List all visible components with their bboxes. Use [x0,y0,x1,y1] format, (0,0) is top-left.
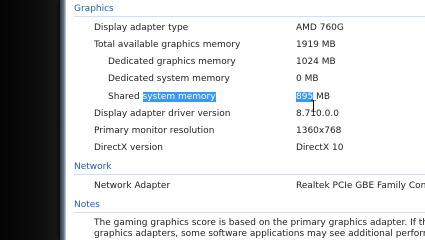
row-value[interactable]: DirectX 10 [296,140,343,156]
row-label: Display adapter driver version [94,109,231,119]
background-desktop [0,0,60,240]
section-divider [74,212,425,213]
row-label: Network Adapter [94,181,171,191]
row-value[interactable]: AMD 760G [296,20,344,36]
row-label[interactable]: Shared system memory [108,89,216,105]
row-label: Total available graphics memory [94,40,241,50]
row-label: Dedicated system memory [108,74,230,84]
row-driver-version: Display adapter driver version 8.710.0.0 [66,106,425,122]
row-total-graphics-memory: Total available graphics memory 1919 MB [66,37,425,53]
row-dedicated-system-memory: Dedicated system memory 0 MB [66,71,425,87]
row-label: Dedicated graphics memory [108,57,236,67]
row-value[interactable]: 1360x768 [296,123,341,139]
notes-line: The gaming graphics score is based on th… [94,218,425,228]
selected-text[interactable]: system memory [142,92,216,102]
row-monitor-resolution: Primary monitor resolution 1360x768 [66,123,425,139]
section-divider [74,174,425,175]
section-header-notes: Notes [74,200,100,210]
row-value[interactable]: Realtek PCIe GBE Family Contro [296,178,425,194]
notes-text: The gaming graphics score is based on th… [94,218,425,240]
row-value[interactable]: 1024 MB [296,54,336,70]
row-shared-system-memory: Shared system memory 895 MB [66,89,425,105]
row-display-adapter-type: Display adapter type AMD 760G [66,20,425,36]
row-label: Display adapter type [94,23,189,33]
row-network-adapter: Network Adapter Realtek PCIe GBE Family … [66,178,425,194]
row-dedicated-graphics-memory: Dedicated graphics memory 1024 MB [66,54,425,70]
row-label: DirectX version [94,143,163,153]
section-divider [74,16,425,17]
notes-line: graphics adapters, some software applica… [94,229,425,239]
section-header-network: Network [74,162,112,172]
section-header-graphics: Graphics [74,4,114,14]
row-value[interactable]: 1919 MB [296,37,336,53]
row-directx-version: DirectX version DirectX 10 [66,140,425,156]
details-content: Graphics Display adapter type AMD 760G T… [66,0,425,240]
performance-details-window: Graphics Display adapter type AMD 760G T… [60,0,425,240]
row-label: Primary monitor resolution [94,126,215,136]
window-frame-edge [60,0,66,240]
row-value[interactable]: 8.710.0.0 [296,106,339,122]
row-label-prefix: Shared [108,92,143,102]
row-value[interactable]: 0 MB [296,71,319,87]
